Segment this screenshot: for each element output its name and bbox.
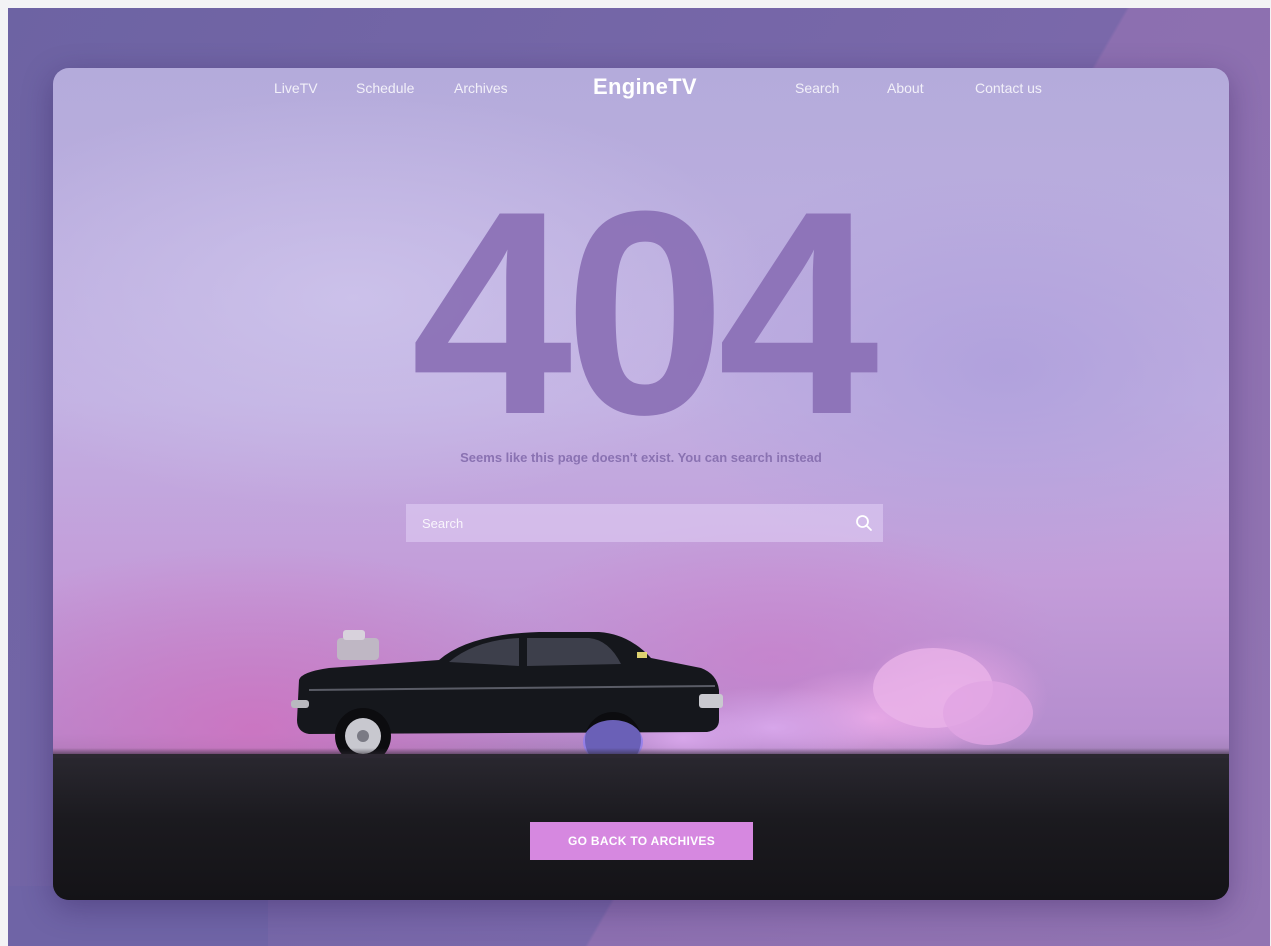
- nav-link-search[interactable]: Search: [795, 80, 839, 96]
- browser-window: LiveTV Schedule Archives EngineTV Search…: [53, 68, 1229, 900]
- nav-link-schedule[interactable]: Schedule: [356, 80, 414, 96]
- error-message: Seems like this page doesn't exist. You …: [460, 450, 822, 465]
- nav-link-archives[interactable]: Archives: [454, 80, 508, 96]
- search-icon[interactable]: [845, 504, 883, 542]
- car-illustration: [291, 630, 723, 764]
- go-back-to-archives-button[interactable]: GO BACK TO ARCHIVES: [530, 822, 753, 860]
- nav-link-livetv[interactable]: LiveTV: [274, 80, 318, 96]
- top-nav: LiveTV Schedule Archives EngineTV Search…: [53, 68, 1229, 112]
- brand-logo[interactable]: EngineTV: [593, 74, 697, 100]
- search-input[interactable]: [406, 503, 845, 543]
- error-code: 404: [411, 151, 879, 475]
- search-bar: [406, 503, 883, 543]
- nav-link-about[interactable]: About: [887, 80, 924, 96]
- nav-link-contact[interactable]: Contact us: [975, 80, 1042, 96]
